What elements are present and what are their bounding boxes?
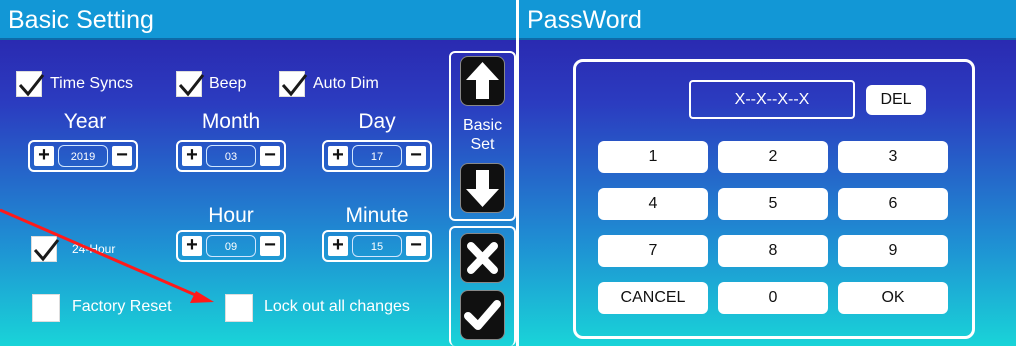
annotation-arrow-icon: [0, 208, 214, 303]
